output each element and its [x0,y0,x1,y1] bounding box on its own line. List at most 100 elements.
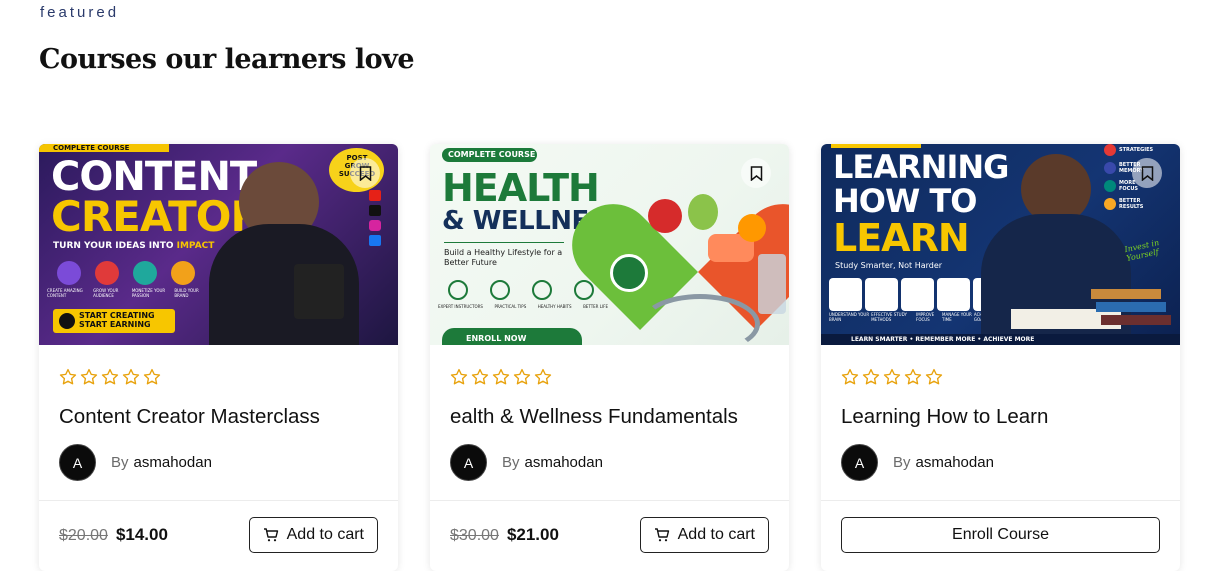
star-icon [904,368,922,385]
thumb-title-line1: HEALTH [442,166,600,210]
feature-label: HEALTHY HABITS [537,304,572,309]
cart-icon [654,528,669,542]
sale-price: $21.00 [506,525,559,544]
cart-icon [263,528,278,542]
book-icon [865,278,898,311]
avatar: A [450,444,487,481]
feature-label: BETTER LIFE [583,304,608,309]
by-label: By [111,454,129,471]
price: $30.00 $21.00 [450,525,559,545]
bookmark-icon[interactable] [350,158,380,188]
feature-label: UNDERSTAND YOUR BRAIN [829,312,870,322]
author-name[interactable]: asmahodan [134,454,212,471]
clock-icon [937,278,970,311]
divider [430,500,789,501]
thumb-tagline: TURN YOUR IDEAS INTO [53,241,174,251]
bookmark-icon[interactable] [1132,158,1162,188]
feature-label: MONETIZE YOUR PASSION [131,288,166,298]
thumb-badge: COMPLETE COURSE [53,144,130,152]
books-icon [1101,315,1171,325]
side-label: BETTER RESULTS [1119,198,1144,210]
course-title[interactable]: ealth & Wellness Fundamentals [450,405,738,429]
play-icon [59,313,75,329]
author-name[interactable]: asmahodan [916,454,994,471]
star-icon [143,368,161,385]
avatar: A [59,444,96,481]
star-icon [80,368,98,385]
button-label: Add to cart [286,526,364,543]
thumb-title-line1: LEARNING [833,148,1009,186]
star-icon [513,368,531,385]
author-name[interactable]: asmahodan [525,454,603,471]
add-to-cart-button[interactable]: Add to cart [639,517,769,553]
course-thumbnail[interactable]: LEARNING HOW TO LEARN Study Smarter, Not… [821,144,1180,345]
course-author[interactable]: A By asmahodan [450,444,603,481]
rating-stars [841,368,943,386]
original-price: $30.00 [450,527,499,544]
star-icon [534,368,552,385]
thumb-badge: COMPLETE COURSE [448,150,536,159]
star-icon [883,368,901,385]
section-eyebrow: featured [40,4,120,21]
course-card[interactable]: LEARNING HOW TO LEARN Study Smarter, Not… [821,144,1180,571]
instagram-icon [369,220,381,231]
course-title[interactable]: Content Creator Masterclass [59,405,320,429]
facebook-icon [369,235,381,246]
brain-icon [829,278,862,311]
feature-label: EXPERT INSTRUCTORS [438,304,483,309]
star-icon [450,368,468,385]
memory-icon [1104,162,1116,174]
price: $20.00 $14.00 [59,525,168,545]
feature-label: IMPROVE FOCUS [916,312,935,322]
book-icon [448,280,468,300]
stethoscope-icon [640,294,760,345]
side-label: STRATEGIES [1119,147,1154,153]
star-icon [59,368,77,385]
by-label: By [893,454,911,471]
section-heading: Courses our learners love [39,44,415,75]
dollar-icon [133,261,157,285]
enroll-course-button[interactable]: Enroll Course [841,517,1160,553]
button-label: Add to cart [677,526,755,543]
thumb-title-line2: HOW TO [833,182,977,220]
target-icon [901,278,934,311]
course-thumbnail[interactable]: COMPLETE COURSE CONTENT CREATOR TURN YOU… [39,144,398,345]
video-icon [57,261,81,285]
thumb-cta: START CREATING START EARNING [79,311,155,329]
star-icon [925,368,943,385]
shield-icon [574,280,594,300]
feature-label: CREATE AMAZING CONTENT [47,288,83,298]
divider [39,500,398,501]
feature-label: GROW YOUR AUDIENCE [93,288,119,298]
tiktok-icon [369,205,381,216]
divider [821,500,1180,501]
add-to-cart-button[interactable]: Add to cart [248,517,378,553]
bottle-icon [758,254,786,314]
rating-stars [59,368,161,386]
thumb-title-line3: LEARN [833,216,970,260]
feature-label: EFFECTIVE STUDY METHODS [871,312,907,322]
avatar: A [841,444,878,481]
feature-label: BUILD YOUR BRAND [174,288,199,298]
star-icon [841,368,859,385]
bookmark-icon[interactable] [741,158,771,188]
course-card[interactable]: COMPLETE COURSE CONTENT CREATOR TURN YOU… [39,144,398,571]
star-icon [862,368,880,385]
heartbeat-icon [610,254,648,292]
thumb-title-line2: CREATOR [51,192,263,241]
focus-icon [1104,180,1116,192]
star-icon [492,368,510,385]
heart-icon [490,280,510,300]
thumb-cta: ENROLL NOW [466,334,527,343]
course-title[interactable]: Learning How to Learn [841,405,1048,429]
course-author[interactable]: A By asmahodan [59,444,212,481]
strategy-icon [1104,144,1116,156]
star-icon [122,368,140,385]
rating-stars [450,368,552,386]
course-card[interactable]: COMPLETE COURSE HEALTH & WELLNESS Build … [430,144,789,571]
thumb-tagline-accent: IMPACT [176,241,215,251]
course-thumbnail[interactable]: COMPLETE COURSE HEALTH & WELLNESS Build … [430,144,789,345]
growth-icon [95,261,119,285]
course-author[interactable]: A By asmahodan [841,444,994,481]
runner-icon [532,280,552,300]
